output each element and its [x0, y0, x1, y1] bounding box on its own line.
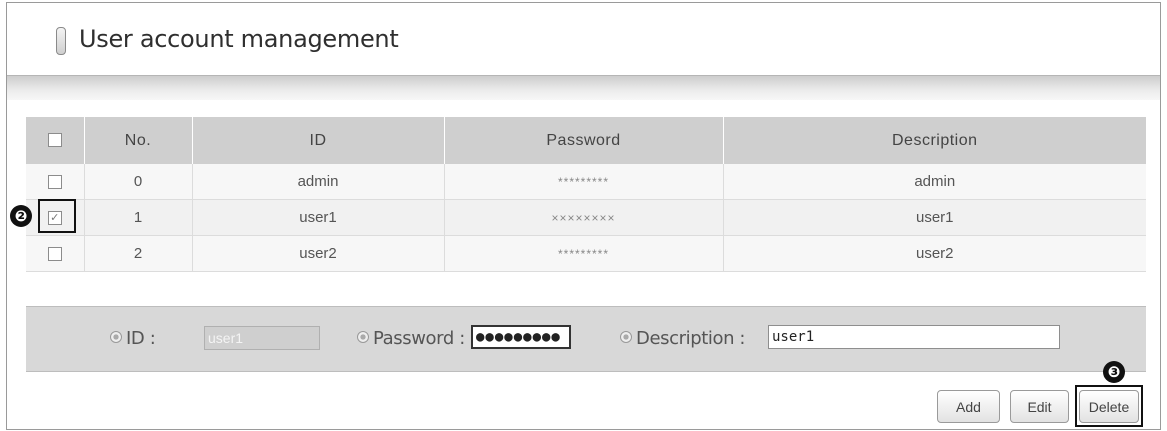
- bullet-icon: [357, 331, 369, 343]
- password-label-text: Password :: [373, 328, 465, 349]
- id-label-text: ID :: [126, 328, 156, 349]
- id-input[interactable]: [204, 326, 320, 350]
- user-table-container: No. ID Password Description 0 admin ****…: [26, 117, 1146, 272]
- title-divider: [7, 75, 1160, 100]
- description-input[interactable]: [768, 325, 1060, 349]
- table-row[interactable]: ✓ 1 user1 ×××××××× user1: [26, 199, 1146, 236]
- table-row[interactable]: 0 admin ********* admin: [26, 164, 1146, 200]
- step-2-badge: ❷: [10, 205, 32, 227]
- column-header-no: No.: [83, 117, 192, 164]
- password-input[interactable]: [471, 325, 571, 349]
- row-no: 1: [83, 199, 192, 236]
- user-table: No. ID Password Description 0 admin ****…: [26, 117, 1146, 272]
- description-label: Description :: [620, 328, 746, 349]
- user-edit-form: ID : Password : Description :: [26, 306, 1146, 372]
- row-id: user1: [191, 199, 444, 236]
- page-title: User account management: [79, 25, 399, 53]
- row-description: user1: [722, 199, 1146, 236]
- row-password: *********: [443, 235, 723, 272]
- row-select-cell[interactable]: [26, 164, 84, 200]
- title-marker-icon: [56, 27, 66, 55]
- step-3-badge: ❸: [1103, 361, 1125, 383]
- password-label: Password :: [357, 328, 465, 349]
- table-header-row: No. ID Password Description: [26, 117, 1146, 164]
- row-description: admin: [722, 164, 1146, 200]
- row-password: *********: [443, 164, 723, 200]
- select-all-header[interactable]: [26, 117, 84, 164]
- bullet-icon: [110, 331, 122, 343]
- table-row[interactable]: 2 user2 ********* user2: [26, 235, 1146, 272]
- step-3-highlight-box: [1075, 385, 1143, 427]
- edit-button[interactable]: Edit: [1010, 390, 1069, 423]
- add-button[interactable]: Add: [937, 390, 1000, 423]
- bullet-icon: [620, 331, 632, 343]
- row-checkbox[interactable]: [47, 175, 62, 190]
- column-header-password: Password: [443, 117, 723, 164]
- row-password: ××××××××: [443, 199, 723, 236]
- row-no: 0: [83, 164, 192, 200]
- row-select-cell[interactable]: [26, 235, 84, 272]
- step-2-highlight-box: [38, 199, 76, 233]
- row-id: user2: [191, 235, 444, 272]
- column-header-id: ID: [191, 117, 444, 164]
- id-label: ID :: [110, 328, 156, 349]
- row-no: 2: [83, 235, 192, 272]
- row-checkbox[interactable]: [47, 247, 62, 262]
- select-all-checkbox[interactable]: [47, 133, 62, 148]
- row-id: admin: [191, 164, 444, 200]
- row-description: user2: [722, 235, 1146, 272]
- description-label-text: Description :: [636, 328, 746, 349]
- column-header-description: Description: [722, 117, 1146, 164]
- title-bar: User account management: [7, 3, 1160, 75]
